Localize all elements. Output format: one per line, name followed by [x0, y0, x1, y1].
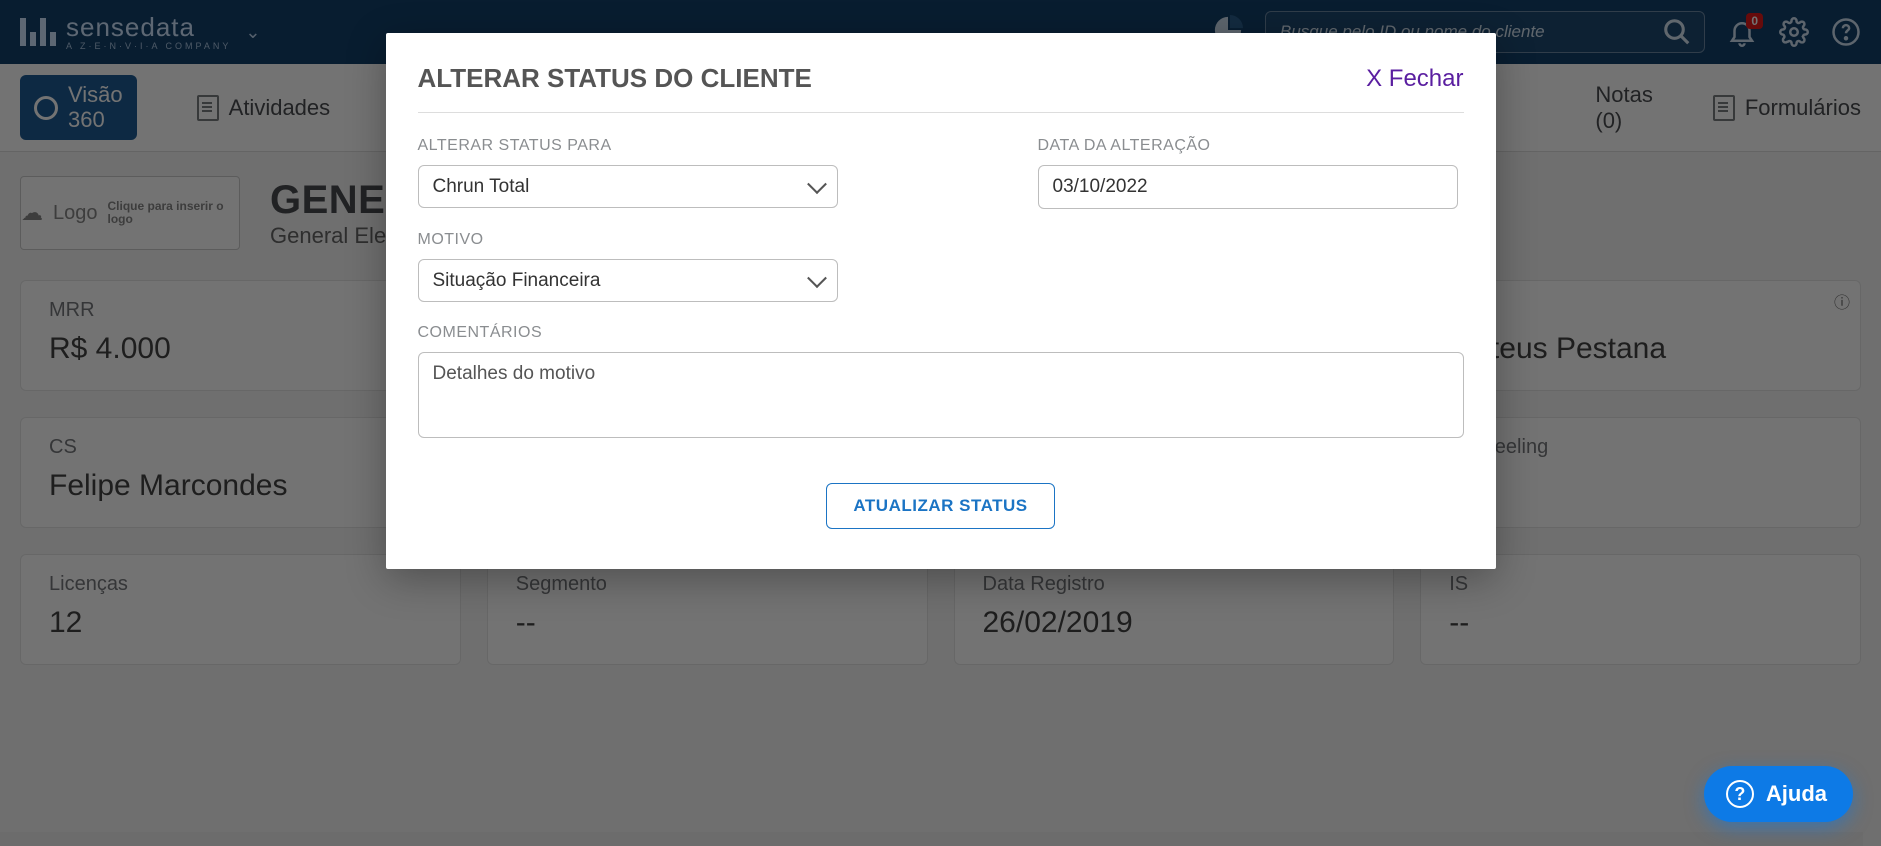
status-select[interactable]: Chrun Total — [418, 165, 838, 208]
field-date: DATA DA ALTERAÇÃO — [1038, 137, 1458, 209]
help-question-icon: ? — [1726, 780, 1754, 808]
help-float-button[interactable]: ? Ajuda — [1704, 766, 1853, 822]
comments-textarea[interactable]: Detalhes do motivo — [418, 352, 1464, 438]
status-label: ALTERAR STATUS PARA — [418, 137, 838, 155]
update-status-button[interactable]: ATUALIZAR STATUS — [826, 483, 1054, 529]
help-label: Ajuda — [1766, 781, 1827, 807]
field-reason: MOTIVO Situação Financeira — [418, 231, 1464, 302]
comments-label: COMENTÁRIOS — [418, 324, 1464, 342]
field-comments: COMENTÁRIOS Detalhes do motivo — [418, 324, 1464, 443]
modal-title: ALTERAR STATUS DO CLIENTE — [418, 63, 812, 94]
modal-close-button[interactable]: X Fechar — [1366, 65, 1463, 93]
reason-select[interactable]: Situação Financeira — [418, 259, 838, 302]
date-label: DATA DA ALTERAÇÃO — [1038, 137, 1458, 155]
change-status-modal: ALTERAR STATUS DO CLIENTE X Fechar ALTER… — [386, 33, 1496, 569]
date-input[interactable] — [1038, 165, 1458, 209]
reason-label: MOTIVO — [418, 231, 1464, 249]
field-status: ALTERAR STATUS PARA Chrun Total — [418, 137, 838, 209]
